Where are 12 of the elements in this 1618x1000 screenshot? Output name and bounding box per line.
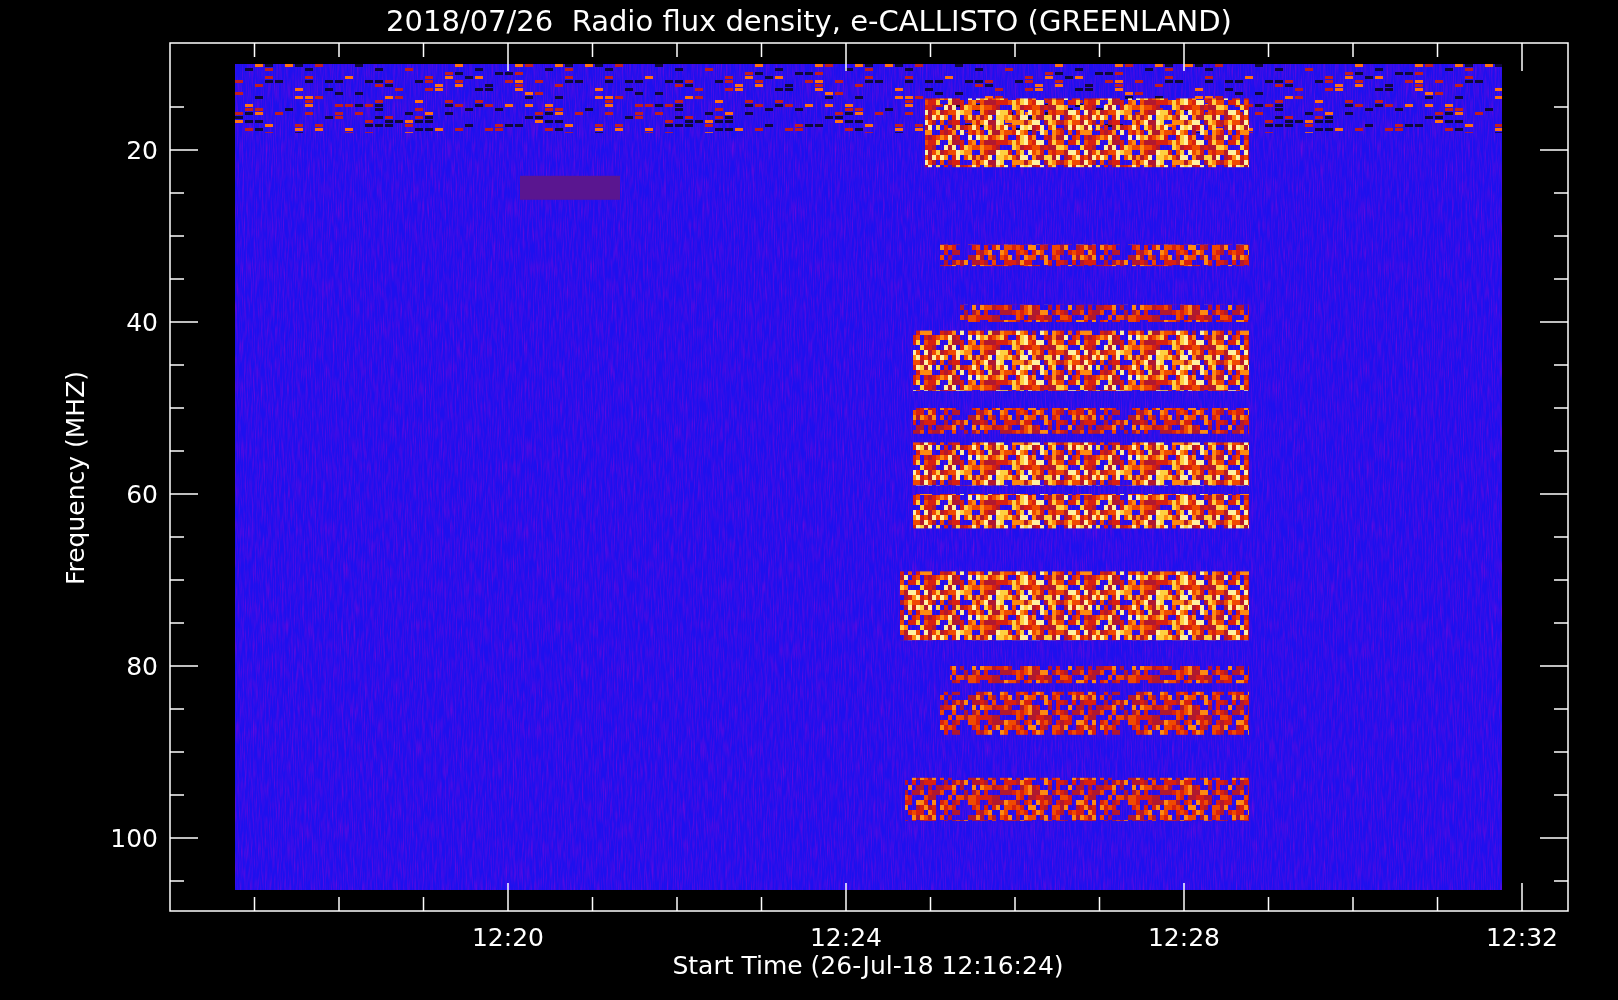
x-tick-label: 12:20 xyxy=(472,923,544,952)
x-tick-label: 12:28 xyxy=(1148,923,1220,952)
x-tick-label: 12:24 xyxy=(810,923,882,952)
y-tick-label: 80 xyxy=(126,652,158,681)
y-axis-label: Frequency (MHZ) xyxy=(61,370,90,586)
y-tick-label: 40 xyxy=(126,308,158,337)
x-tick-label: 12:32 xyxy=(1486,923,1558,952)
y-tick-label: 60 xyxy=(126,480,158,509)
y-tick-label: 100 xyxy=(110,824,158,853)
y-tick-label: 20 xyxy=(126,136,158,165)
x-axis-label: Start Time (26-Jul-18 12:16:24) xyxy=(672,951,1064,980)
chart-title: 2018/07/26 Radio flux density, e-CALLISTO (GREENLAND) xyxy=(386,4,1232,38)
